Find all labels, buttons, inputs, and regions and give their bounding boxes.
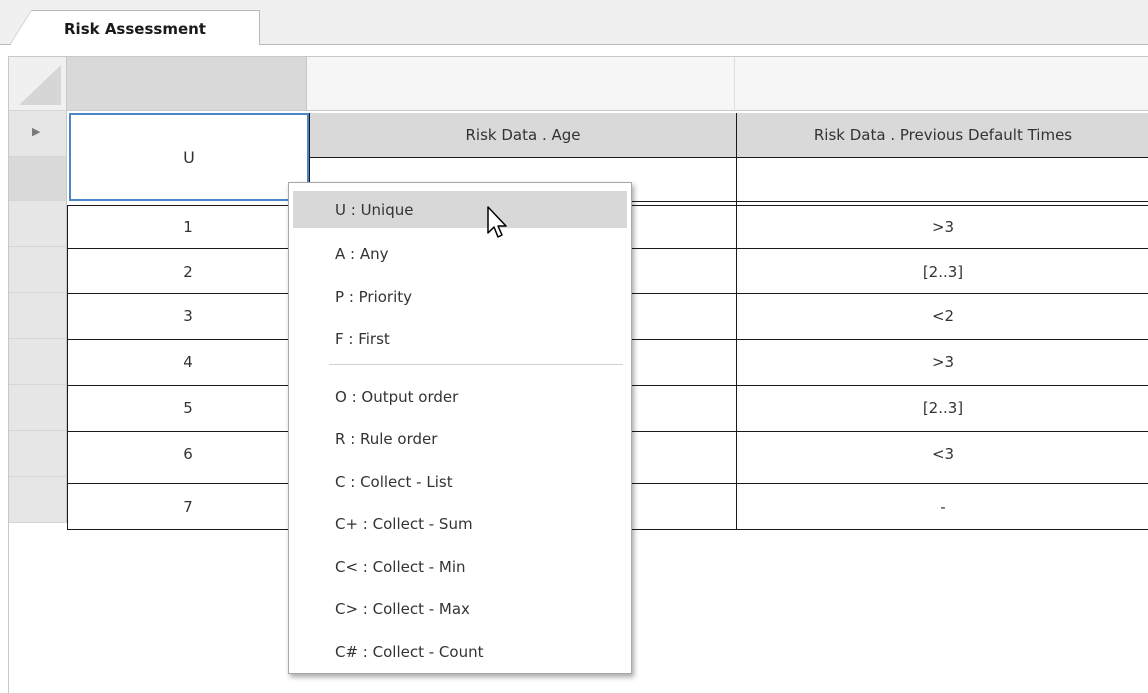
menu-item-collect-max[interactable]: C> : Collect - Max: [293, 590, 627, 627]
rule-number-cell[interactable]: 6: [67, 433, 309, 475]
row-header-condition[interactable]: [9, 157, 67, 201]
menu-item-label: F : First: [335, 329, 390, 348]
menu-item-label: C+ : Collect - Sum: [335, 514, 473, 533]
column-header-age-label: Risk Data . Age: [465, 126, 581, 144]
menu-item-label: R : Rule order: [335, 429, 438, 448]
menu-item-label: P : Priority: [335, 287, 413, 306]
menu-item-rule-order[interactable]: R : Rule order: [293, 420, 627, 457]
default-times-value: [2..3]: [922, 399, 964, 417]
menu-item-label: C< : Collect - Min: [335, 557, 466, 576]
menu-item-label: U : Unique: [335, 200, 414, 219]
select-all-icon: [19, 65, 61, 105]
default-times-cell[interactable]: >3: [737, 205, 1148, 249]
menu-item-collect-count[interactable]: C# : Collect - Count: [293, 633, 627, 670]
rule-number: 5: [183, 399, 193, 417]
row-header-7[interactable]: [9, 477, 67, 523]
rule-number: 3: [183, 307, 193, 325]
rule-number: 2: [183, 263, 193, 281]
rule-number: 6: [183, 445, 193, 463]
grid-corner-cell[interactable]: [9, 57, 67, 111]
rule-number-cell[interactable]: 2: [67, 251, 309, 293]
rule-number: 4: [183, 353, 193, 371]
menu-item-label: A : Any: [335, 244, 389, 263]
menu-item-unique[interactable]: U : Unique: [293, 191, 627, 228]
rule-number-cell[interactable]: 4: [67, 341, 309, 383]
menu-item-output-order[interactable]: O : Output order: [293, 378, 627, 415]
menu-item-collect-list[interactable]: C : Collect - List: [293, 463, 627, 500]
default-times-cell[interactable]: <3: [737, 433, 1148, 475]
menu-item-label: C> : Collect - Max: [335, 599, 470, 618]
rule-number: 1: [183, 218, 193, 236]
rule-number-cell[interactable]: 3: [67, 295, 309, 337]
menu-item-any[interactable]: A : Any: [293, 235, 627, 272]
mouse-pointer-icon: [487, 206, 507, 238]
top-header-inputs-2: [735, 57, 1148, 111]
default-times-cell[interactable]: [2..3]: [737, 387, 1148, 429]
grid-line: [309, 157, 1148, 158]
hit-policy-cell[interactable]: U: [69, 113, 309, 201]
top-header-hit-policy: [67, 57, 307, 111]
default-times-value: -: [940, 498, 946, 516]
row-header-4[interactable]: [9, 339, 67, 385]
row-header-current[interactable]: ▶: [9, 111, 67, 157]
grid-line: [736, 113, 737, 529]
row-header-2[interactable]: [9, 247, 67, 293]
rule-number-cell[interactable]: 1: [67, 205, 309, 249]
menu-item-collect-sum[interactable]: C+ : Collect - Sum: [293, 505, 627, 542]
hit-policy-menu: U : Unique A : Any P : Priority F : Firs…: [288, 182, 632, 674]
default-times-cell[interactable]: >3: [737, 341, 1148, 383]
menu-item-priority[interactable]: P : Priority: [293, 278, 627, 315]
default-times-value: <2: [931, 307, 955, 325]
row-header-6[interactable]: [9, 431, 67, 477]
tab-label: Risk Assessment: [64, 20, 206, 38]
row-header-5[interactable]: [9, 385, 67, 431]
grid-line: [67, 205, 68, 529]
menu-item-collect-min[interactable]: C< : Collect - Min: [293, 548, 627, 585]
condition-cell-default-times[interactable]: [737, 157, 1148, 201]
column-header-default-times-label: Risk Data . Previous Default Times: [813, 126, 1073, 144]
default-times-value: [2..3]: [922, 263, 964, 281]
menu-item-label: C : Collect - List: [335, 472, 453, 491]
default-times-value: <3: [931, 445, 955, 463]
rule-number-cell[interactable]: 5: [67, 387, 309, 429]
hit-policy-value: U: [183, 147, 195, 167]
column-header-age[interactable]: Risk Data . Age: [309, 113, 737, 157]
default-times-cell[interactable]: <2: [737, 295, 1148, 337]
rule-number: 7: [183, 498, 193, 516]
menu-item-label: O : Output order: [335, 387, 459, 406]
menu-item-first[interactable]: F : First: [293, 320, 627, 357]
menu-separator: [329, 364, 623, 365]
tab-bar: Risk Assessment: [0, 0, 1148, 45]
top-header-inputs: [307, 57, 735, 111]
menu-item-label: C# : Collect - Count: [335, 642, 484, 661]
default-times-value: >3: [931, 353, 955, 371]
column-header-default-times[interactable]: Risk Data . Previous Default Times: [737, 113, 1148, 157]
default-times-value: >3: [931, 218, 955, 236]
default-times-cell[interactable]: -: [737, 485, 1148, 529]
rule-number-cell[interactable]: 7: [67, 485, 309, 529]
default-times-cell[interactable]: [2..3]: [737, 251, 1148, 293]
row-header-1[interactable]: [9, 201, 67, 247]
row-header-3[interactable]: [9, 293, 67, 339]
current-row-arrow-icon: ▶: [32, 125, 41, 138]
